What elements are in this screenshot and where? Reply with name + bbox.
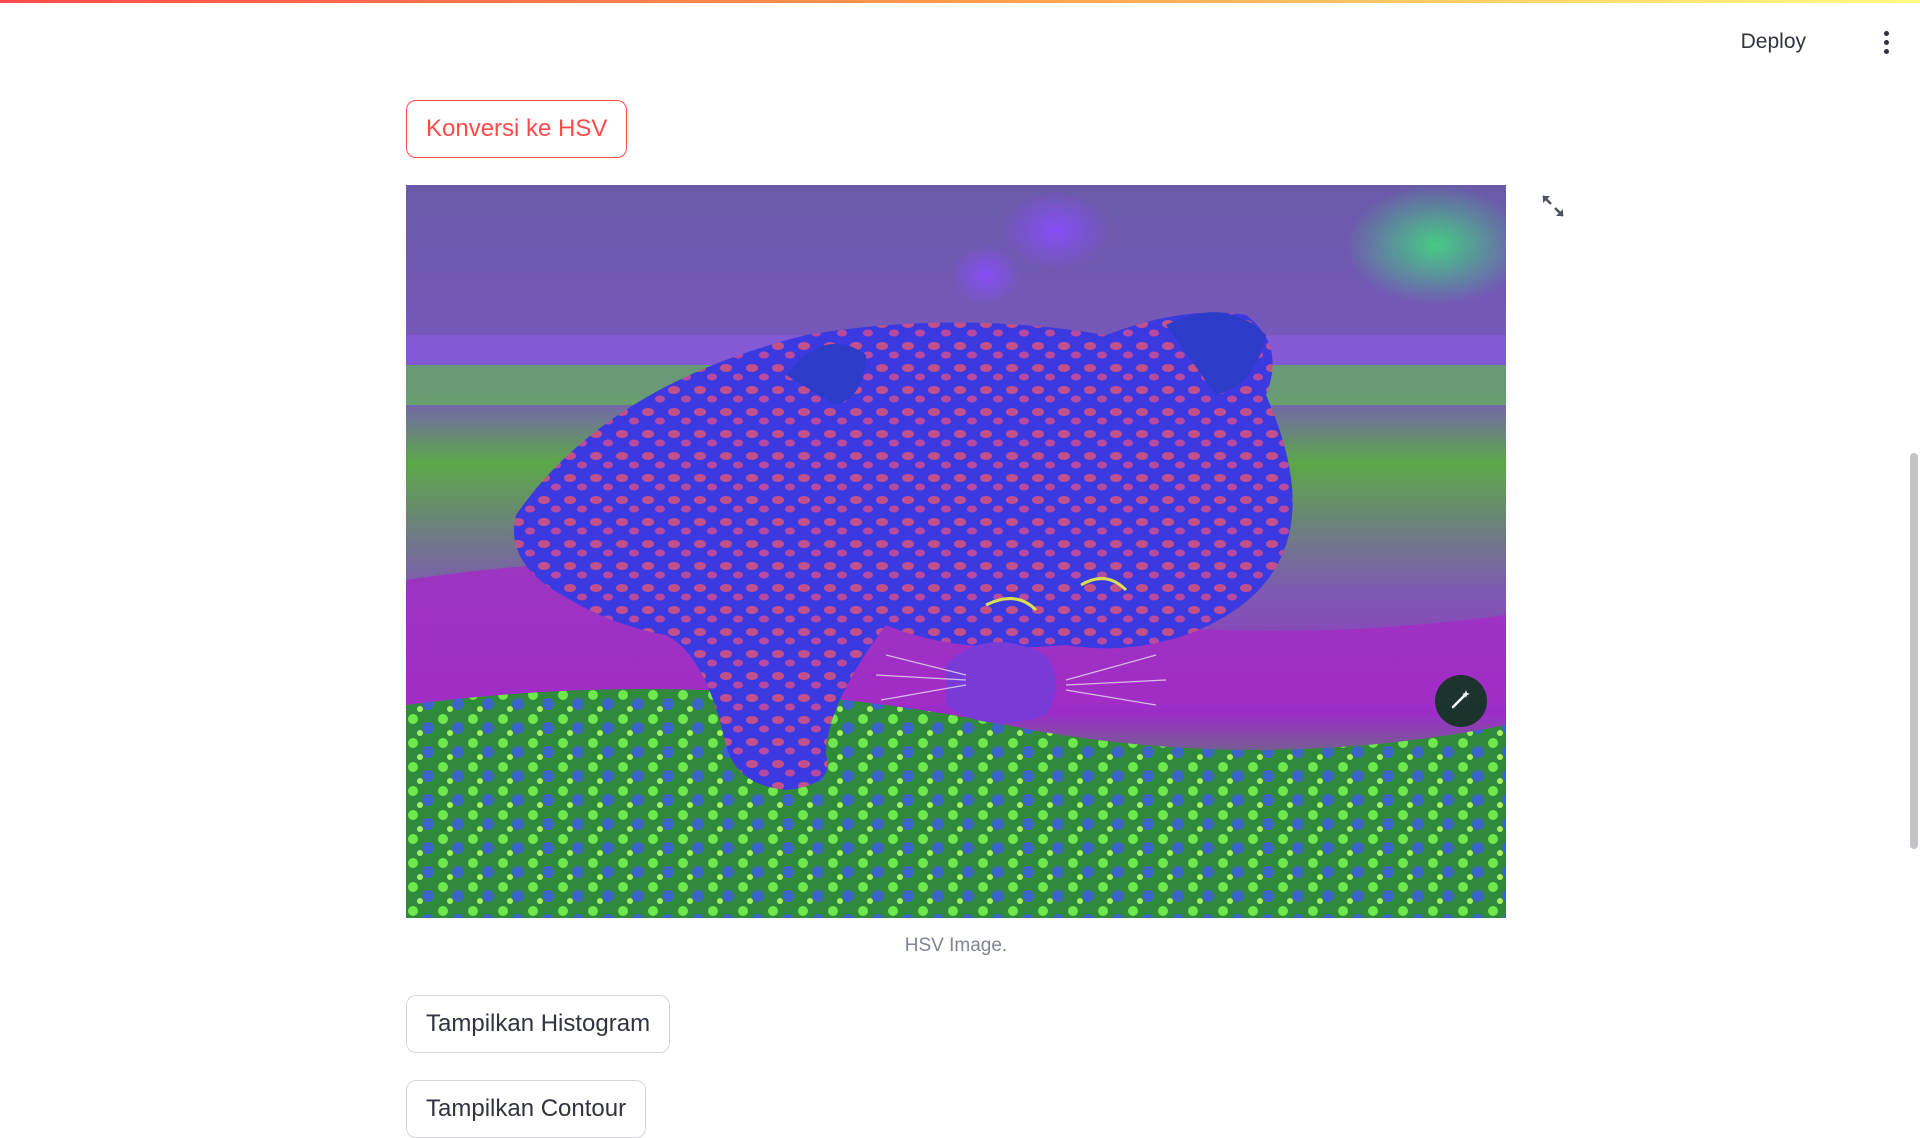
fullscreen-expand-icon bbox=[1540, 193, 1566, 224]
fullscreen-expand-button[interactable] bbox=[1535, 190, 1571, 226]
hsv-image bbox=[406, 185, 1506, 918]
app-header: Deploy bbox=[0, 3, 1920, 73]
main-menu-button[interactable] bbox=[1874, 25, 1898, 59]
vertical-ellipsis-icon bbox=[1883, 30, 1889, 36]
image-caption: HSV Image. bbox=[904, 935, 1008, 956]
image-edit-button[interactable] bbox=[1435, 675, 1487, 727]
page-scrollbar[interactable] bbox=[1910, 453, 1918, 849]
show-contour-button[interactable]: Tampilkan Contour bbox=[406, 1080, 647, 1138]
deploy-button[interactable]: Deploy bbox=[1731, 23, 1816, 61]
convert-hsv-button[interactable]: Konversi ke HSV bbox=[406, 100, 628, 158]
show-histogram-button[interactable]: Tampilkan Histogram bbox=[406, 995, 671, 1053]
magic-wand-icon bbox=[1450, 688, 1472, 715]
